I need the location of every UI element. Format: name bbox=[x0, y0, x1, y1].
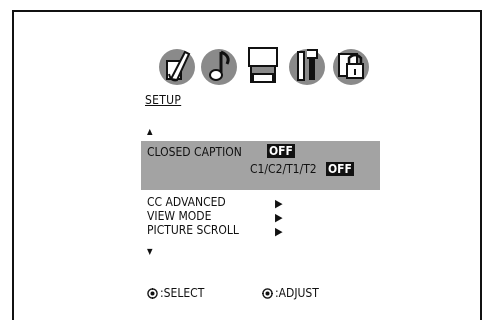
music-note-icon[interactable] bbox=[197, 44, 241, 88]
adjust-hint: :ADJUST bbox=[262, 286, 319, 300]
scroll-up-arrow[interactable]: ▲ bbox=[147, 128, 153, 136]
closed-caption-label: CLOSED CAPTION bbox=[147, 145, 242, 159]
menu-item-view-mode[interactable]: VIEW MODE ▶ bbox=[147, 209, 287, 225]
adjust-button-icon bbox=[262, 287, 273, 299]
closed-caption-value[interactable]: OFF bbox=[267, 144, 295, 158]
adjust-hint-label: :ADJUST bbox=[275, 286, 319, 300]
closed-caption-row[interactable]: CLOSED CAPTION OFF C1/C2/T1/T2 OFF bbox=[141, 141, 380, 190]
menu-icon-row bbox=[155, 44, 375, 90]
menu-item-picture-scroll[interactable]: PICTURE SCROLL ▶ bbox=[147, 223, 287, 239]
menu-item-label: PICTURE SCROLL bbox=[147, 223, 239, 237]
submenu-arrow-icon: ▶ bbox=[275, 211, 283, 224]
menu-item-label: CC ADVANCED bbox=[147, 195, 226, 209]
caption-channel-value[interactable]: OFF bbox=[326, 162, 354, 176]
select-hint-label: :SELECT bbox=[160, 286, 205, 300]
menu-item-cc-advanced[interactable]: CC ADVANCED ▶ bbox=[147, 195, 287, 211]
scroll-down-arrow[interactable]: ▼ bbox=[147, 248, 153, 256]
select-hint: :SELECT bbox=[147, 286, 204, 300]
select-button-icon bbox=[147, 287, 158, 299]
lock-icon[interactable] bbox=[329, 44, 373, 88]
page-title: SETUP bbox=[145, 93, 182, 107]
caption-channel-label: C1/C2/T1/T2 bbox=[250, 162, 317, 176]
tv-set-icon[interactable] bbox=[241, 44, 285, 88]
tools-icon[interactable] bbox=[285, 44, 329, 88]
submenu-arrow-icon: ▶ bbox=[275, 225, 283, 238]
palette-icon[interactable] bbox=[155, 44, 199, 88]
menu-item-label: VIEW MODE bbox=[147, 209, 212, 223]
submenu-arrow-icon: ▶ bbox=[275, 197, 283, 210]
